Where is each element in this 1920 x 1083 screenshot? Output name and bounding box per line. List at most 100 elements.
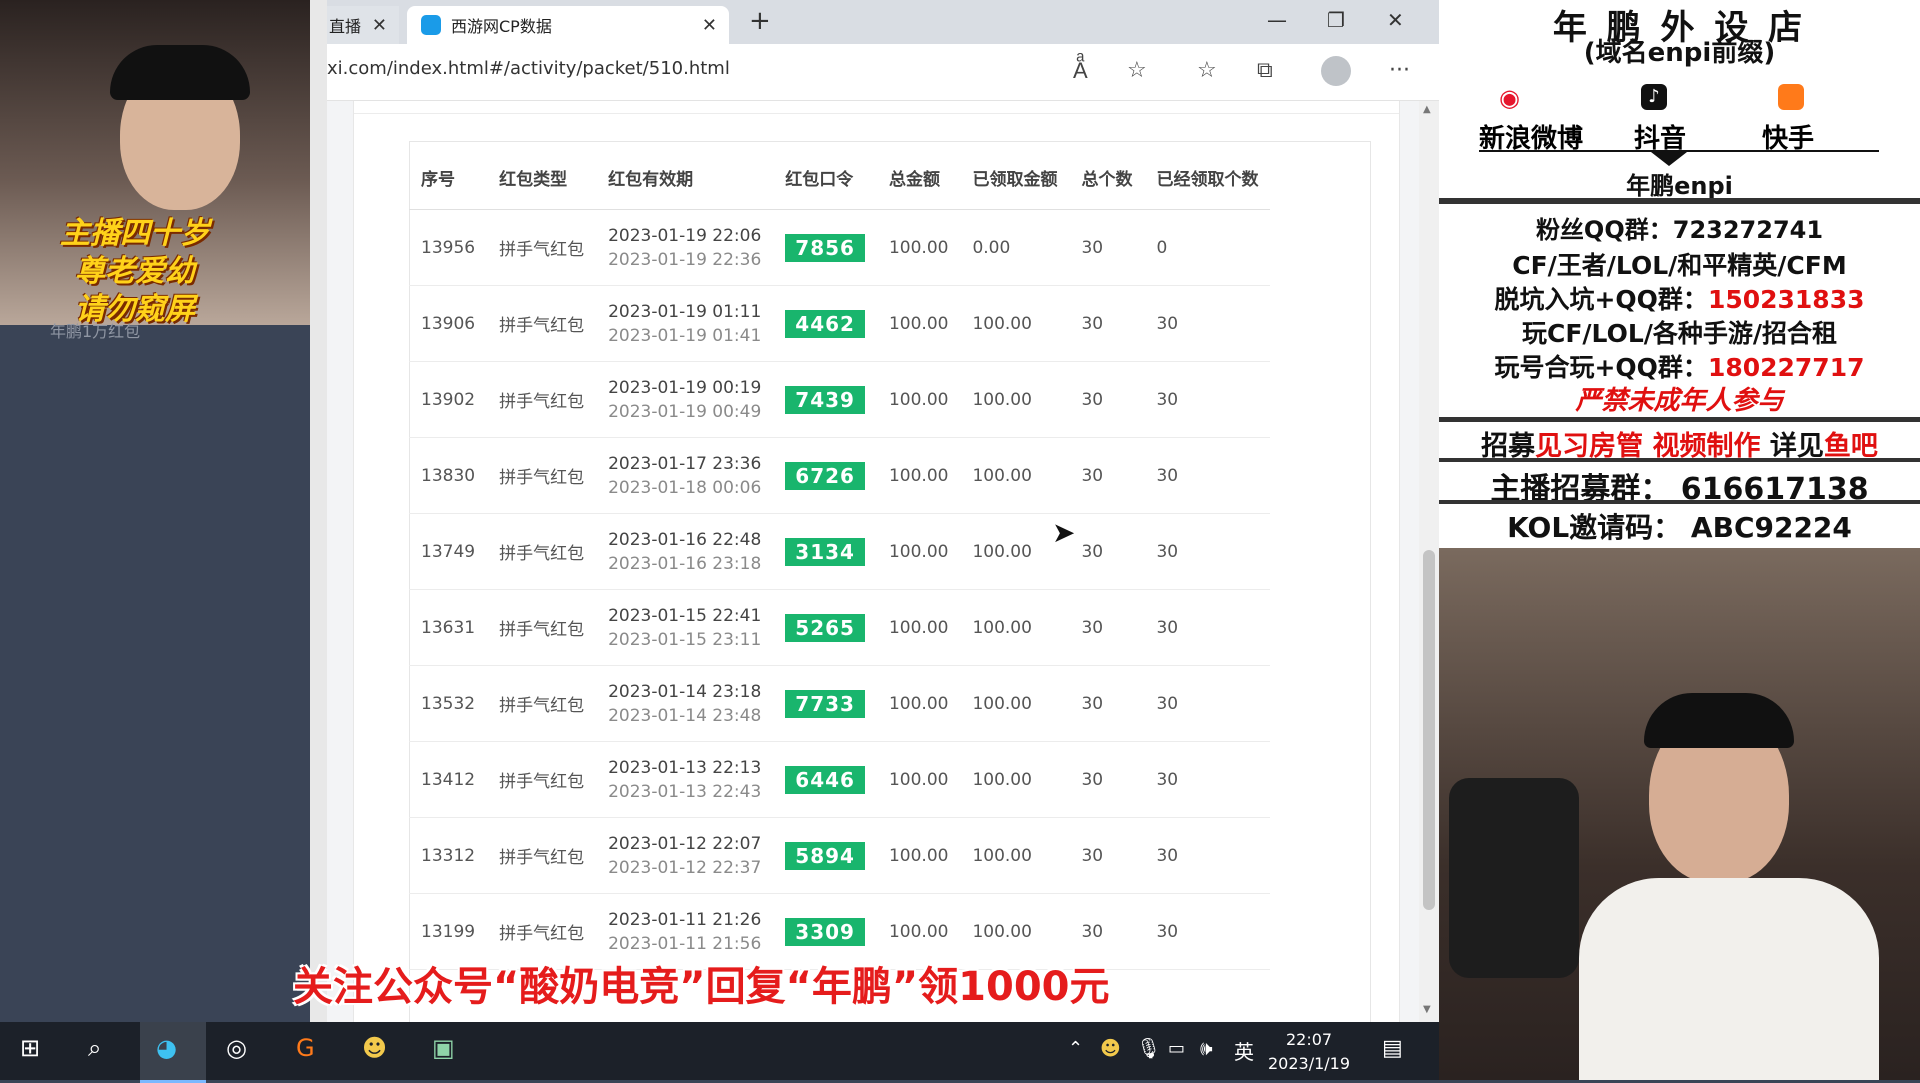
validity-start: 2023-01-16 22:48 [608, 529, 762, 550]
windows-start-icon[interactable]: ⊞ [20, 1034, 40, 1062]
network-icon[interactable]: ▭ [1168, 1038, 1185, 1059]
scroll-down-icon[interactable]: ▼ [1423, 1004, 1431, 1015]
new-tab-icon[interactable]: + [749, 6, 771, 36]
account-qq-line: 玩号合玩+QQ群：180227717 [1439, 348, 1920, 384]
packet-table: 序号 红包类型 红包有效期 红包口令 总金额 已领取金额 总个数 已经领取个数 13956 拼手… [409, 145, 1271, 970]
cell-code: 7439 [773, 361, 877, 438]
obs-icon[interactable]: ◎ [226, 1034, 247, 1062]
validity-start: 2023-01-19 01:11 [608, 301, 762, 322]
scrollbar-thumb[interactable] [1423, 550, 1435, 910]
url-input[interactable]: xi.com/index.html#/activity/packet/510.h… [327, 58, 730, 79]
account-qq-label: 玩号合玩+QQ群： [1494, 353, 1708, 382]
streamer-hair [110, 45, 250, 100]
tray-chevron-icon[interactable]: ⌃ [1068, 1038, 1083, 1059]
cell-claimed-count: 30 [1144, 589, 1271, 666]
code-badge[interactable]: 5894 [785, 841, 865, 870]
cell-claimed-count: 0 [1144, 209, 1271, 286]
cell-validity: 2023-01-15 22:41 2023-01-15 23:11 [596, 589, 774, 666]
cell-total: 100.00 [876, 437, 961, 514]
cell-validity: 2023-01-16 22:48 2023-01-16 23:18 [596, 513, 774, 590]
read-aloud-icon[interactable]: Aͣ [1073, 58, 1088, 84]
cell-code: 6446 [773, 741, 877, 818]
cell-claimed-count: 30 [1144, 513, 1271, 590]
cell-validity: 2023-01-19 22:06 2023-01-19 22:36 [596, 209, 774, 286]
ime-indicator[interactable]: 英 [1234, 1036, 1254, 1065]
table-row: 13956 拼手气红包 2023-01-19 22:06 2023-01-19 22:… [409, 209, 1271, 286]
collections-icon[interactable]: ⧉ [1257, 58, 1273, 83]
code-badge[interactable]: 4462 [785, 309, 865, 338]
favorites-icon[interactable]: ☆ [1197, 58, 1217, 83]
code-badge[interactable]: 7856 [785, 233, 865, 262]
cell-id: 13312 [409, 817, 488, 894]
cell-total: 100.00 [876, 285, 961, 362]
table-header-row: 序号 红包类型 红包有效期 红包口令 总金额 已领取金额 总个数 已经领取个数 [409, 145, 1271, 210]
table-row: 13532 拼手气红包 2023-01-14 23:18 2023-01-14 23:… [409, 665, 1271, 742]
cell-total: 100.00 [876, 589, 961, 666]
gaming-chair [1449, 778, 1579, 978]
code-badge[interactable]: 3134 [785, 537, 865, 566]
cell-id: 13830 [409, 437, 488, 514]
column-header: 已领取金额 [960, 145, 1070, 210]
microphone-icon[interactable]: 🎙 [1136, 1036, 1161, 1060]
validity-end: 2023-01-16 23:18 [608, 553, 762, 574]
notification-icon[interactable]: ▤ [1382, 1036, 1403, 1061]
tab-live[interactable]: 直播 ✕ [327, 6, 399, 44]
code-badge[interactable]: 6726 [785, 461, 865, 490]
promo-panel: 年 鹏 外 设 店 (域名enpi前缀) ◉ ♪ 新浪微博 抖音 快手 年鹏en… [1439, 0, 1920, 548]
cell-type: 拼手气红包 [487, 361, 597, 438]
cell-claimed-count: 30 [1144, 361, 1271, 438]
cell-claimed: 100.00 [960, 437, 1070, 514]
column-header: 总金额 [876, 145, 961, 210]
volume-icon[interactable]: 🕪 [1200, 1036, 1213, 1060]
column-header: 序号 [409, 145, 488, 210]
clock[interactable]: 22:07 2023/1/19 [1268, 1028, 1350, 1076]
app-window-icon[interactable]: ▣ [432, 1034, 455, 1062]
edge-icon[interactable]: ◕ [156, 1034, 177, 1062]
cell-code: 3134 [773, 513, 877, 590]
sidebar-faded-text: 年鹏1万红包 [50, 322, 141, 341]
pit-qq-label: 脱坑入坑+QQ群： [1494, 285, 1708, 314]
code-badge[interactable]: 3309 [785, 917, 865, 946]
cell-total: 100.00 [876, 665, 961, 742]
app-mascot-icon[interactable]: ☻ [362, 1034, 387, 1062]
table-row: 13830 拼手气红包 2023-01-17 23:36 2023-01-18 00:… [409, 437, 1271, 514]
caption-line-2: 尊老爱幼 [75, 254, 195, 289]
code-badge[interactable]: 7439 [785, 385, 865, 414]
pit-qq-number: 150231833 [1707, 285, 1865, 314]
divider [1439, 198, 1920, 204]
cell-type: 拼手气红包 [487, 285, 597, 362]
close-icon[interactable]: ✕ [702, 15, 717, 36]
cell-count: 30 [1069, 437, 1145, 514]
restore-icon[interactable]: ❐ [1327, 8, 1345, 32]
divider [1439, 458, 1920, 462]
clock-time: 22:07 [1285, 1030, 1333, 1049]
validity-end: 2023-01-11 21:56 [608, 933, 762, 954]
validity-start: 2023-01-19 00:19 [608, 377, 762, 398]
favorite-add-icon[interactable]: ☆ [1127, 58, 1147, 83]
fan-qq-number: 723272741 [1672, 216, 1824, 244]
tray-app-icon[interactable]: ☻ [1100, 1036, 1121, 1060]
tab-active[interactable]: 西游网CP数据 ✕ [407, 6, 729, 44]
more-icon[interactable]: ··· [1389, 58, 1410, 83]
code-badge[interactable]: 7733 [785, 689, 865, 718]
cell-claimed: 100.00 [960, 665, 1070, 742]
profile-avatar[interactable] [1321, 56, 1351, 86]
code-badge[interactable]: 6446 [785, 765, 865, 794]
cell-total: 100.00 [876, 513, 961, 590]
table-row: 13312 拼手气红包 2023-01-12 22:07 2023-01-12 22:… [409, 817, 1271, 894]
table-row: 13412 拼手气红包 2023-01-13 22:13 2023-01-13 22:… [409, 741, 1271, 818]
cell-validity: 2023-01-19 01:11 2023-01-19 01:41 [596, 285, 774, 362]
scroll-up-icon[interactable]: ▲ [1423, 104, 1431, 115]
cell-count: 30 [1069, 665, 1145, 742]
search-icon[interactable]: ⌕ [88, 1034, 101, 1062]
caption-line-1: 主播四十岁 [60, 216, 210, 251]
close-icon[interactable]: ✕ [372, 15, 387, 36]
minimize-icon[interactable]: — [1267, 8, 1287, 32]
code-badge[interactable]: 5265 [785, 613, 865, 642]
tab-bar: 直播 ✕ 西游网CP数据 ✕ + — ❐ ✕ [327, 0, 1439, 44]
mouse-cursor-icon: ➤ [1052, 516, 1076, 549]
app-g-icon[interactable]: G [296, 1034, 315, 1062]
window-close-icon[interactable]: ✕ [1387, 8, 1404, 32]
validity-end: 2023-01-15 23:11 [608, 629, 762, 650]
divider [1439, 417, 1920, 422]
